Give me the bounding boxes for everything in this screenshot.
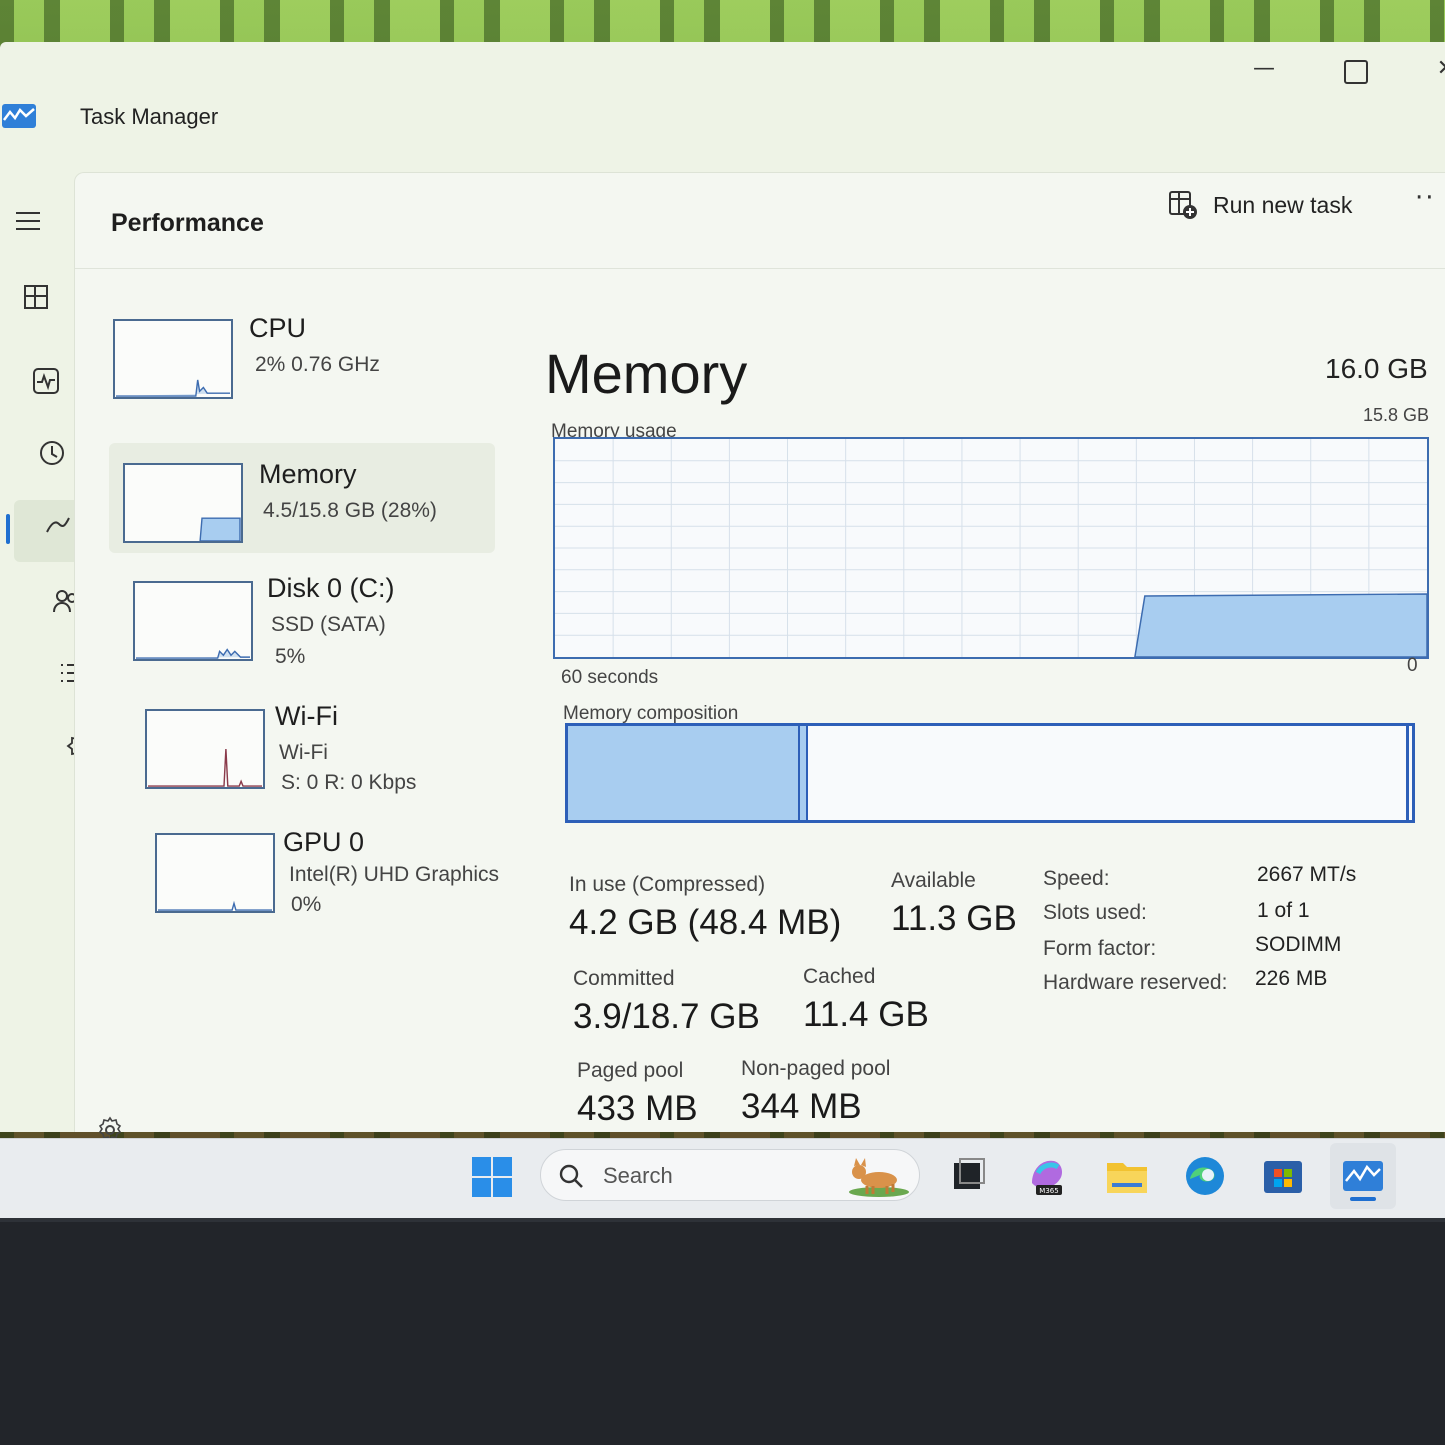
memory-thumbnail-graph	[123, 463, 243, 543]
processes-icon[interactable]	[8, 272, 64, 322]
close-button[interactable]: ✕	[1428, 56, 1445, 86]
device-detail: SSD (SATA)	[271, 613, 386, 636]
search-highlight-dog-icon	[849, 1158, 909, 1197]
spec-value-form-factor: SODIMM	[1255, 933, 1342, 956]
spec-value-slots: 1 of 1	[1257, 899, 1310, 922]
task-manager-running-indicator	[1350, 1197, 1376, 1201]
spec-key-hardware-reserved: Hardware reserved:	[1043, 971, 1228, 994]
task-manager-app-icon	[2, 104, 36, 128]
non-paged-pool-value: 344 MB	[741, 1087, 862, 1126]
run-new-task-label: Run new task	[1213, 191, 1353, 218]
paged-pool-label: Paged pool	[577, 1059, 684, 1082]
device-detail: Wi-Fi	[279, 741, 328, 764]
cached-label: Cached	[803, 965, 876, 988]
maximize-button[interactable]	[1338, 56, 1374, 86]
device-disk[interactable]: Disk 0 (C:) SSD (SATA) 5%	[125, 573, 505, 683]
m365-badge-text: M365	[1039, 1187, 1058, 1195]
memory-usage-min: 0	[1407, 655, 1418, 676]
memory-composition-bar	[565, 723, 1415, 823]
memory-usage-graph	[553, 437, 1429, 659]
committed-label: Committed	[573, 967, 675, 990]
performance-icon[interactable]	[18, 356, 74, 406]
minimize-button[interactable]: —	[1246, 56, 1282, 86]
device-detail: 2% 0.76 GHz	[255, 353, 380, 376]
composition-end-marker	[1406, 726, 1409, 820]
available-value: 11.3 GB	[891, 899, 1017, 938]
paged-pool-value: 433 MB	[577, 1089, 698, 1128]
title-bar[interactable]: Task Manager — ✕	[0, 42, 1445, 142]
spec-key-slots: Slots used:	[1043, 901, 1147, 924]
performance-panel: Performance Run new task ·· CPU 2% 0.76 …	[74, 172, 1445, 1132]
device-name: GPU 0	[283, 827, 365, 857]
memory-composition-label: Memory composition	[563, 703, 739, 724]
gpu-thumbnail-graph	[155, 833, 275, 913]
device-name: Memory	[259, 459, 357, 489]
memory-total: 16.0 GB	[1325, 353, 1428, 384]
spec-key-form-factor: Form factor:	[1043, 937, 1157, 960]
app-history-icon[interactable]	[24, 428, 80, 478]
nav-active-indicator	[6, 514, 10, 544]
hamburger-icon[interactable]	[0, 196, 56, 246]
device-name: CPU	[249, 313, 307, 343]
non-paged-pool-label: Non-paged pool	[741, 1057, 891, 1080]
available-label: Available	[891, 869, 976, 892]
run-new-task-button[interactable]: Run new task	[1167, 185, 1352, 225]
device-detail-2: 0%	[291, 893, 322, 916]
device-gpu[interactable]: GPU 0 Intel(R) UHD Graphics 0%	[147, 827, 527, 937]
search-placeholder: Search	[603, 1163, 673, 1188]
device-memory[interactable]: Memory 4.5/15.8 GB (28%)	[109, 443, 495, 553]
task-view-icon[interactable]	[944, 1153, 990, 1199]
device-detail-2: S: 0 R: 0 Kbps	[281, 771, 417, 794]
start-icon[interactable]	[470, 1155, 514, 1199]
disk-thumbnail-graph	[133, 581, 253, 661]
composition-modified	[797, 726, 808, 820]
file-explorer-icon[interactable]	[1104, 1153, 1150, 1199]
task-manager-window: Task Manager — ✕	[0, 42, 1445, 1142]
m365-copilot-icon[interactable]: M365	[1024, 1153, 1070, 1199]
panel-header: Performance Run new task ··	[75, 173, 1445, 269]
spec-value-speed: 2667 MT/s	[1257, 863, 1357, 886]
device-detail: Intel(R) UHD Graphics	[289, 863, 500, 886]
device-detail: 4.5/15.8 GB (28%)	[263, 499, 437, 522]
laptop-bezel	[0, 1218, 1445, 1445]
cached-value: 11.4 GB	[803, 995, 929, 1034]
composition-in-use	[568, 726, 798, 820]
spec-value-hardware-reserved: 226 MB	[1255, 967, 1328, 990]
taskbar: Search M365	[0, 1138, 1445, 1218]
taskbar-search-box[interactable]: Search	[540, 1149, 920, 1201]
memory-usage-max: 15.8 GB	[1363, 405, 1430, 425]
device-name: Wi-Fi	[275, 701, 338, 731]
in-use-label: In use (Compressed)	[569, 873, 766, 896]
search-icon	[559, 1164, 583, 1188]
store-icon[interactable]	[1260, 1153, 1306, 1199]
more-options-button[interactable]: ··	[1415, 183, 1436, 213]
window-title: Task Manager	[80, 104, 219, 129]
cpu-thumbnail-graph	[113, 319, 233, 399]
memory-usage-area	[1134, 593, 1427, 657]
committed-value: 3.9/18.7 GB	[573, 997, 760, 1036]
task-manager-icon[interactable]	[1340, 1153, 1386, 1199]
device-name: Disk 0 (C:)	[267, 573, 395, 603]
edge-icon[interactable]	[1182, 1153, 1228, 1199]
spec-key-speed: Speed:	[1043, 867, 1110, 890]
in-use-value: 4.2 GB (48.4 MB)	[569, 903, 842, 942]
time-span-label: 60 seconds	[561, 667, 659, 688]
left-nav	[0, 192, 94, 1132]
run-task-icon	[1169, 191, 1197, 219]
device-wifi[interactable]: Wi-Fi Wi-Fi S: 0 R: 0 Kbps	[135, 701, 515, 811]
page-title: Performance	[111, 209, 264, 237]
memory-heading: Memory	[545, 342, 748, 405]
wifi-thumbnail-graph	[145, 709, 265, 789]
device-detail-2: 5%	[275, 645, 306, 668]
device-cpu[interactable]: CPU 2% 0.76 GHz	[105, 313, 485, 423]
